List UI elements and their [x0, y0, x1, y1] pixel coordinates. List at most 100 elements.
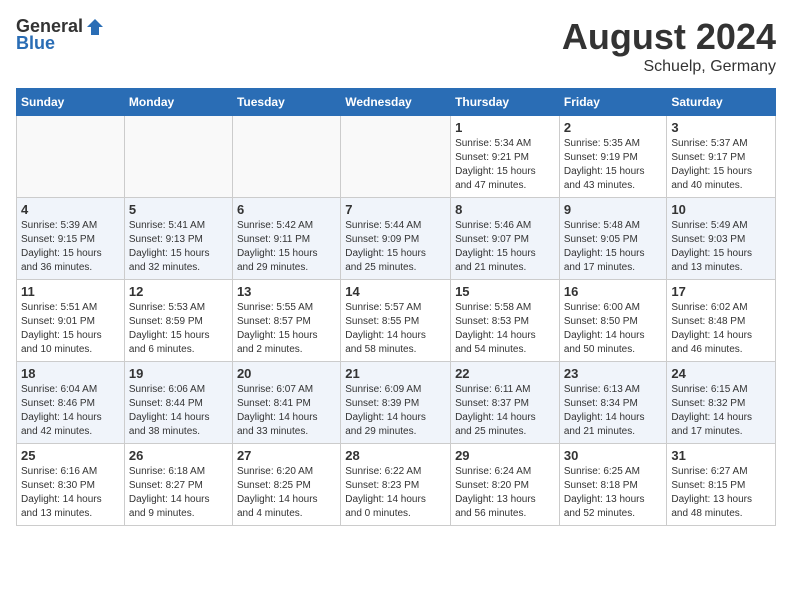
day-number: 16	[564, 284, 663, 299]
day-number: 6	[237, 202, 336, 217]
calendar-cell: 23 Sunrise: 6:13 AM Sunset: 8:34 PM Dayli…	[559, 362, 667, 444]
day-info: Sunrise: 6:16 AM Sunset: 8:30 PM Dayligh…	[21, 465, 120, 521]
calendar-cell: 31 Sunrise: 6:27 AM Sunset: 8:15 PM Dayli…	[667, 444, 776, 526]
calendar-cell: 5Sunrise: 5:41 AM Sunset: 9:13 PM Daylig…	[124, 198, 232, 280]
calendar-week-row: 11 Sunrise: 5:51 AM Sunset: 9:01 PM Dayli…	[17, 280, 776, 362]
calendar-cell: 8 Sunrise: 5:46 AM Sunset: 9:07 PM Daylig…	[451, 198, 560, 280]
day-info: Sunrise: 5:39 AM Sunset: 9:15 PM Dayligh…	[21, 219, 120, 275]
day-number: 11	[21, 284, 120, 299]
calendar-cell: 9 Sunrise: 5:48 AM Sunset: 9:05 PM Daylig…	[559, 198, 667, 280]
logo-blue-text: Blue	[16, 33, 55, 54]
calendar-cell: 3 Sunrise: 5:37 AM Sunset: 9:17 PM Daylig…	[667, 116, 776, 198]
day-number: 17	[671, 284, 771, 299]
calendar-week-row: 18Sunrise: 6:04 AM Sunset: 8:46 PM Dayli…	[17, 362, 776, 444]
day-number: 24	[671, 366, 771, 381]
day-info: Sunrise: 5:46 AM Sunset: 9:07 PM Dayligh…	[455, 219, 555, 275]
calendar-cell: 30 Sunrise: 6:25 AM Sunset: 8:18 PM Dayli…	[559, 444, 667, 526]
day-info: Sunrise: 6:02 AM Sunset: 8:48 PM Dayligh…	[671, 301, 771, 357]
month-title: August 2024	[562, 16, 776, 58]
calendar-cell: 27Sunrise: 6:20 AM Sunset: 8:25 PM Dayli…	[232, 444, 340, 526]
day-number: 8	[455, 202, 555, 217]
calendar-cell: 2 Sunrise: 5:35 AM Sunset: 9:19 PM Daylig…	[559, 116, 667, 198]
day-number: 23	[564, 366, 663, 381]
day-number: 7	[345, 202, 446, 217]
calendar-cell: 11 Sunrise: 5:51 AM Sunset: 9:01 PM Dayli…	[17, 280, 125, 362]
calendar-cell: 10 Sunrise: 5:49 AM Sunset: 9:03 PM Dayli…	[667, 198, 776, 280]
day-number: 2	[564, 120, 663, 135]
day-number: 12	[129, 284, 228, 299]
day-info: Sunrise: 5:41 AM Sunset: 9:13 PM Dayligh…	[129, 219, 228, 275]
day-info: Sunrise: 5:37 AM Sunset: 9:17 PM Dayligh…	[671, 137, 771, 193]
day-info: Sunrise: 5:48 AM Sunset: 9:05 PM Dayligh…	[564, 219, 663, 275]
day-number: 28	[345, 448, 446, 463]
day-info: Sunrise: 6:22 AM Sunset: 8:23 PM Dayligh…	[345, 465, 446, 521]
day-info: Sunrise: 5:58 AM Sunset: 8:53 PM Dayligh…	[455, 301, 555, 357]
weekday-header: Tuesday	[232, 89, 340, 116]
weekday-header: Monday	[124, 89, 232, 116]
calendar-cell: 28 Sunrise: 6:22 AM Sunset: 8:23 PM Dayli…	[341, 444, 451, 526]
calendar-cell: 6 Sunrise: 5:42 AM Sunset: 9:11 PM Daylig…	[232, 198, 340, 280]
title-block: August 2024 Schuelp, Germany	[562, 16, 776, 76]
calendar-table: SundayMondayTuesdayWednesdayThursdayFrid…	[16, 88, 776, 526]
day-info: Sunrise: 6:27 AM Sunset: 8:15 PM Dayligh…	[671, 465, 771, 521]
page-header: General Blue August 2024 Schuelp, German…	[16, 16, 776, 76]
weekday-header: Saturday	[667, 89, 776, 116]
day-info: Sunrise: 5:34 AM Sunset: 9:21 PM Dayligh…	[455, 137, 555, 193]
day-number: 20	[237, 366, 336, 381]
calendar-cell: 24 Sunrise: 6:15 AM Sunset: 8:32 PM Dayli…	[667, 362, 776, 444]
day-number: 19	[129, 366, 228, 381]
day-info: Sunrise: 5:42 AM Sunset: 9:11 PM Dayligh…	[237, 219, 336, 275]
calendar-cell: 17 Sunrise: 6:02 AM Sunset: 8:48 PM Dayli…	[667, 280, 776, 362]
day-info: Sunrise: 6:06 AM Sunset: 8:44 PM Dayligh…	[129, 383, 228, 439]
day-number: 29	[455, 448, 555, 463]
calendar-cell: 12Sunrise: 5:53 AM Sunset: 8:59 PM Dayli…	[124, 280, 232, 362]
weekday-header: Friday	[559, 89, 667, 116]
calendar-week-row: 1 Sunrise: 5:34 AM Sunset: 9:21 PM Daylig…	[17, 116, 776, 198]
day-number: 22	[455, 366, 555, 381]
calendar-cell: 15Sunrise: 5:58 AM Sunset: 8:53 PM Dayli…	[451, 280, 560, 362]
day-info: Sunrise: 6:24 AM Sunset: 8:20 PM Dayligh…	[455, 465, 555, 521]
calendar-week-row: 4Sunrise: 5:39 AM Sunset: 9:15 PM Daylig…	[17, 198, 776, 280]
calendar-cell: 18Sunrise: 6:04 AM Sunset: 8:46 PM Dayli…	[17, 362, 125, 444]
day-info: Sunrise: 5:44 AM Sunset: 9:09 PM Dayligh…	[345, 219, 446, 275]
weekday-header: Thursday	[451, 89, 560, 116]
day-number: 30	[564, 448, 663, 463]
location: Schuelp, Germany	[562, 58, 776, 76]
day-info: Sunrise: 6:18 AM Sunset: 8:27 PM Dayligh…	[129, 465, 228, 521]
day-info: Sunrise: 5:35 AM Sunset: 9:19 PM Dayligh…	[564, 137, 663, 193]
day-number: 26	[129, 448, 228, 463]
weekday-header: Wednesday	[341, 89, 451, 116]
day-number: 10	[671, 202, 771, 217]
day-info: Sunrise: 6:25 AM Sunset: 8:18 PM Dayligh…	[564, 465, 663, 521]
calendar-week-row: 25Sunrise: 6:16 AM Sunset: 8:30 PM Dayli…	[17, 444, 776, 526]
calendar-cell: 14 Sunrise: 5:57 AM Sunset: 8:55 PM Dayli…	[341, 280, 451, 362]
day-info: Sunrise: 6:07 AM Sunset: 8:41 PM Dayligh…	[237, 383, 336, 439]
logo: General Blue	[16, 16, 105, 54]
day-info: Sunrise: 6:15 AM Sunset: 8:32 PM Dayligh…	[671, 383, 771, 439]
day-info: Sunrise: 6:04 AM Sunset: 8:46 PM Dayligh…	[21, 383, 120, 439]
day-info: Sunrise: 5:51 AM Sunset: 9:01 PM Dayligh…	[21, 301, 120, 357]
day-number: 21	[345, 366, 446, 381]
calendar-cell: 26 Sunrise: 6:18 AM Sunset: 8:27 PM Dayli…	[124, 444, 232, 526]
day-info: Sunrise: 5:57 AM Sunset: 8:55 PM Dayligh…	[345, 301, 446, 357]
calendar-cell	[17, 116, 125, 198]
calendar-cell: 4Sunrise: 5:39 AM Sunset: 9:15 PM Daylig…	[17, 198, 125, 280]
calendar-cell: 7 Sunrise: 5:44 AM Sunset: 9:09 PM Daylig…	[341, 198, 451, 280]
day-number: 31	[671, 448, 771, 463]
calendar-cell: 20 Sunrise: 6:07 AM Sunset: 8:41 PM Dayli…	[232, 362, 340, 444]
day-number: 9	[564, 202, 663, 217]
day-info: Sunrise: 6:09 AM Sunset: 8:39 PM Dayligh…	[345, 383, 446, 439]
day-number: 3	[671, 120, 771, 135]
day-info: Sunrise: 6:20 AM Sunset: 8:25 PM Dayligh…	[237, 465, 336, 521]
calendar-cell: 29 Sunrise: 6:24 AM Sunset: 8:20 PM Dayli…	[451, 444, 560, 526]
day-number: 1	[455, 120, 555, 135]
calendar-cell: 13Sunrise: 5:55 AM Sunset: 8:57 PM Dayli…	[232, 280, 340, 362]
day-info: Sunrise: 6:00 AM Sunset: 8:50 PM Dayligh…	[564, 301, 663, 357]
calendar-cell	[341, 116, 451, 198]
day-number: 14	[345, 284, 446, 299]
calendar-cell	[124, 116, 232, 198]
calendar-cell: 1 Sunrise: 5:34 AM Sunset: 9:21 PM Daylig…	[451, 116, 560, 198]
day-number: 13	[237, 284, 336, 299]
day-info: Sunrise: 5:49 AM Sunset: 9:03 PM Dayligh…	[671, 219, 771, 275]
day-info: Sunrise: 6:13 AM Sunset: 8:34 PM Dayligh…	[564, 383, 663, 439]
